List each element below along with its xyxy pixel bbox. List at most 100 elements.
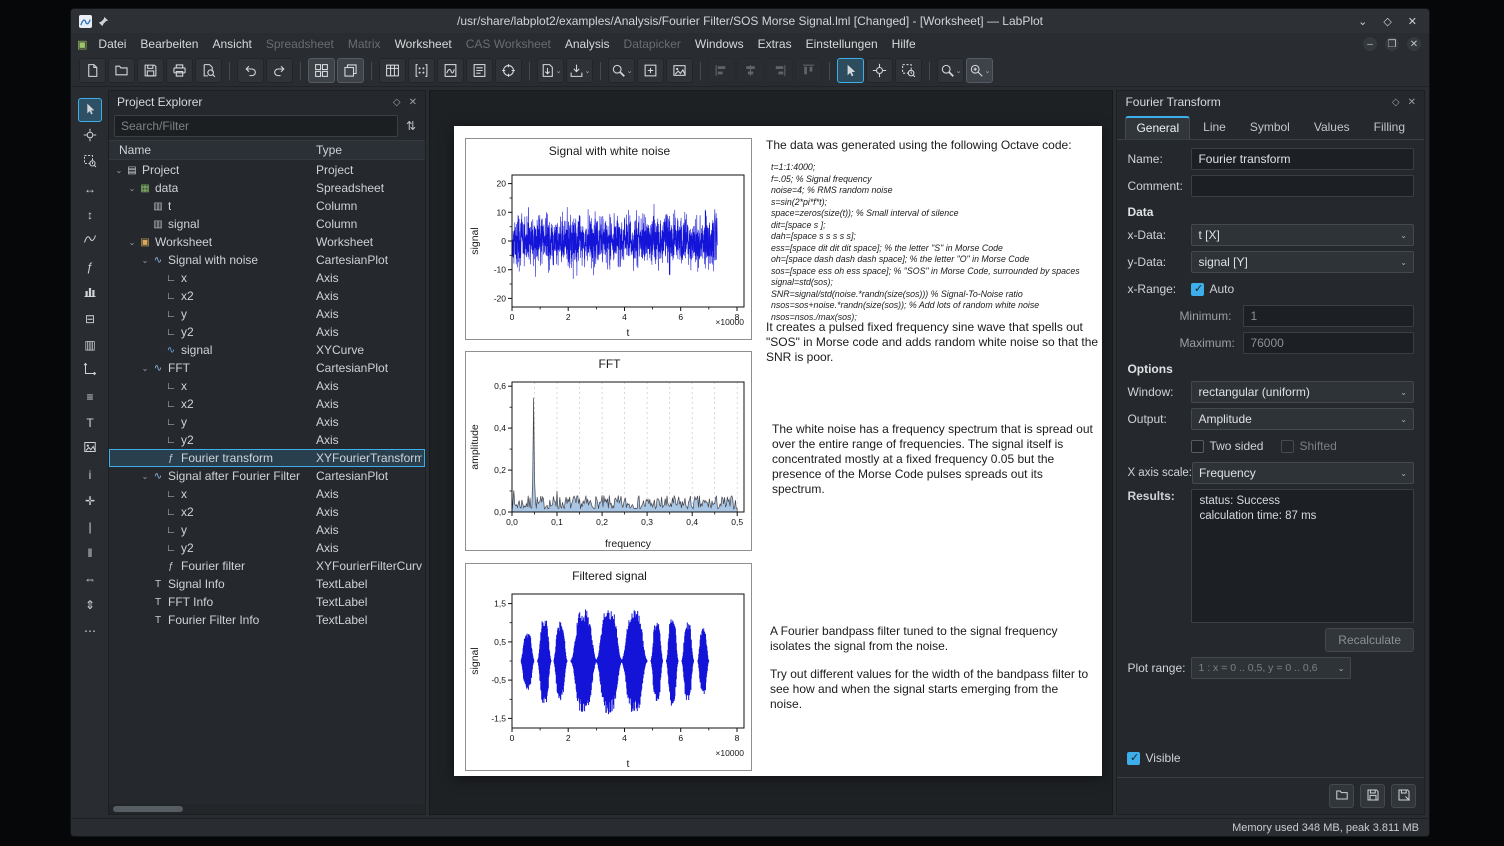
tree-item-signal-info[interactable]: TSignal InfoTextLabel bbox=[109, 575, 425, 593]
minimum-input[interactable] bbox=[1243, 305, 1414, 327]
tree-item-worksheet[interactable]: ⌄▣WorksheetWorksheet bbox=[109, 233, 425, 251]
tree-item-fourier-filter-info[interactable]: TFourier Filter InfoTextLabel bbox=[109, 611, 425, 629]
maximize-button[interactable]: ◇ bbox=[1383, 15, 1391, 28]
add-legend-tool[interactable]: ≡ bbox=[78, 384, 102, 408]
tree-item-fft[interactable]: ⌄∿FFTCartesianPlot bbox=[109, 359, 425, 377]
close-panel-icon[interactable]: ✕ bbox=[409, 97, 417, 108]
shifted-checkbox[interactable] bbox=[1281, 440, 1294, 453]
worksheet-view[interactable]: 0246820100-10-20Signal with white noises… bbox=[429, 90, 1113, 815]
x-data-select[interactable]: t [X] ⌄ bbox=[1191, 224, 1414, 246]
undo-button[interactable] bbox=[237, 58, 264, 83]
output-select[interactable]: Amplitude ⌄ bbox=[1191, 408, 1414, 430]
save-file-button[interactable] bbox=[137, 58, 164, 83]
tree-item-y2[interactable]: ∟y2Axis bbox=[109, 323, 425, 341]
tile-windows-button[interactable] bbox=[308, 58, 335, 83]
name-input[interactable] bbox=[1191, 148, 1414, 170]
select-mode-button[interactable] bbox=[837, 58, 864, 83]
tree-item-fft-info[interactable]: TFFT InfoTextLabel bbox=[109, 593, 425, 611]
scale-auto-x-tool[interactable]: ⇔ bbox=[78, 566, 102, 590]
add-image-tool[interactable] bbox=[78, 436, 102, 460]
add-barplot-tool[interactable]: ▥ bbox=[78, 332, 102, 356]
pin-icon[interactable] bbox=[98, 16, 109, 27]
tab-general[interactable]: General bbox=[1125, 116, 1190, 139]
titlebar[interactable]: /usr/share/labplot2/examples/Analysis/Fo… bbox=[71, 9, 1429, 33]
tree-item-y2[interactable]: ∟y2Axis bbox=[109, 539, 425, 557]
tree-item-x2[interactable]: ∟x2Axis bbox=[109, 395, 425, 413]
zoom-select-tool[interactable] bbox=[78, 150, 102, 174]
menu-hilfe[interactable]: Hilfe bbox=[885, 35, 923, 53]
menu-analysis[interactable]: Analysis bbox=[558, 35, 617, 53]
crosshair-tool[interactable] bbox=[78, 124, 102, 148]
menu-worksheet[interactable]: Worksheet bbox=[388, 35, 459, 53]
plot-range-select[interactable]: 1 : x = 0 .. 0,5, y = 0 .. 0,6 ⌄ bbox=[1191, 657, 1351, 679]
save-config-button[interactable] bbox=[1360, 784, 1385, 808]
tree-item-data[interactable]: ⌄▦dataSpreadsheet bbox=[109, 179, 425, 197]
tree-item-y[interactable]: ∟yAxis bbox=[109, 305, 425, 323]
tree-item-y[interactable]: ∟yAxis bbox=[109, 521, 425, 539]
add-boxplot-tool[interactable]: ⊟ bbox=[78, 306, 102, 330]
maximum-input[interactable] bbox=[1243, 332, 1414, 354]
tree-item-fourier-transform[interactable]: ƒFourier transformXYFourierTransformCurv… bbox=[109, 449, 425, 467]
x-range-auto-checkbox[interactable] bbox=[1191, 283, 1204, 296]
zoom-select-mode-button[interactable] bbox=[895, 58, 922, 83]
scale-auto-y-tool[interactable]: ⇕ bbox=[78, 592, 102, 616]
tree-column-header[interactable]: Name Type bbox=[109, 140, 425, 160]
expander-icon[interactable]: ⌄ bbox=[126, 184, 138, 193]
add-info-element-tool[interactable]: i bbox=[78, 462, 102, 486]
filter-options-icon[interactable]: ⇅ bbox=[402, 119, 420, 133]
zoom-y-select-tool[interactable]: ↕ bbox=[78, 202, 102, 226]
search-input[interactable] bbox=[114, 115, 398, 137]
child-restore-button[interactable]: ❐ bbox=[1385, 37, 1399, 51]
menu-bearbeiten[interactable]: Bearbeiten bbox=[133, 35, 205, 53]
import-button[interactable]: ⌄ bbox=[566, 58, 593, 83]
tree-item-x2[interactable]: ∟x2Axis bbox=[109, 503, 425, 521]
add-reference-line-tool[interactable]: | bbox=[78, 514, 102, 538]
tree-item-y[interactable]: ∟yAxis bbox=[109, 413, 425, 431]
visible-checkbox[interactable] bbox=[1127, 752, 1140, 765]
new-file-button[interactable] bbox=[79, 58, 106, 83]
zoom-button[interactable]: ⌄ bbox=[608, 58, 635, 83]
add-equation-curve-tool[interactable]: ƒ bbox=[78, 254, 102, 278]
float-panel-icon[interactable]: ◇ bbox=[1392, 97, 1400, 108]
x-axis-scale-select[interactable]: Frequency ⌄ bbox=[1192, 462, 1414, 484]
expander-icon[interactable]: ⌄ bbox=[139, 256, 151, 265]
menu-ansicht[interactable]: Ansicht bbox=[205, 35, 258, 53]
tab-values[interactable]: Values bbox=[1303, 116, 1361, 139]
print-button[interactable] bbox=[166, 58, 193, 83]
plot-filtered-signal[interactable]: 024681,50,5-0,5-1,5Filtered signalsignal… bbox=[465, 563, 752, 771]
horizontal-scrollbar[interactable] bbox=[109, 804, 425, 814]
zoom-fit-button[interactable]: ⌄ bbox=[937, 58, 964, 83]
menu-windows[interactable]: Windows bbox=[688, 35, 751, 53]
close-button[interactable]: ✕ bbox=[1408, 15, 1417, 28]
magnification-button[interactable]: ⌄ bbox=[966, 58, 993, 83]
scrollbar-handle[interactable] bbox=[113, 806, 183, 812]
zoom-x-select-tool[interactable]: ↔ bbox=[78, 176, 102, 200]
print-preview-button[interactable] bbox=[195, 58, 222, 83]
expander-icon[interactable]: ⌄ bbox=[126, 238, 138, 247]
window-select[interactable]: rectangular (uniform) ⌄ bbox=[1191, 381, 1414, 403]
results-box[interactable]: status: Success calculation time: 87 ms bbox=[1191, 489, 1414, 623]
tree-item-signal[interactable]: ▥signalColumn bbox=[109, 215, 425, 233]
expander-icon[interactable]: ⌄ bbox=[113, 166, 125, 175]
child-close-button[interactable]: ✕ bbox=[1407, 37, 1421, 51]
add-reference-range-tool[interactable]: ‖ bbox=[78, 540, 102, 564]
add-axis-tool[interactable] bbox=[78, 358, 102, 382]
menu-einstellungen[interactable]: Einstellungen bbox=[799, 35, 885, 53]
tree-item-x2[interactable]: ∟x2Axis bbox=[109, 287, 425, 305]
new-worksheet-button[interactable] bbox=[437, 58, 464, 83]
new-datapicker-button[interactable] bbox=[495, 58, 522, 83]
minimize-button[interactable]: ⌄ bbox=[1358, 15, 1367, 28]
tree-item-x[interactable]: ∟xAxis bbox=[109, 485, 425, 503]
select-tool[interactable] bbox=[78, 98, 102, 122]
tree-item-project[interactable]: ⌄▤ProjectProject bbox=[109, 161, 425, 179]
new-live-data-button[interactable]: ⌄ bbox=[537, 58, 564, 83]
add-text-label-tool[interactable]: T bbox=[78, 410, 102, 434]
tree-item-signal-after-fourier-filter[interactable]: ⌄∿Signal after Fourier FilterCartesianPl… bbox=[109, 467, 425, 485]
child-minimize-button[interactable]: – bbox=[1363, 37, 1377, 51]
tree-item-y2[interactable]: ∟y2Axis bbox=[109, 431, 425, 449]
y-data-select[interactable]: signal [Y] ⌄ bbox=[1191, 251, 1414, 273]
cascade-windows-button[interactable] bbox=[337, 58, 364, 83]
expander-icon[interactable]: ⌄ bbox=[139, 364, 151, 373]
menu-datei[interactable]: Datei bbox=[91, 35, 133, 53]
new-notebook-button[interactable] bbox=[466, 58, 493, 83]
